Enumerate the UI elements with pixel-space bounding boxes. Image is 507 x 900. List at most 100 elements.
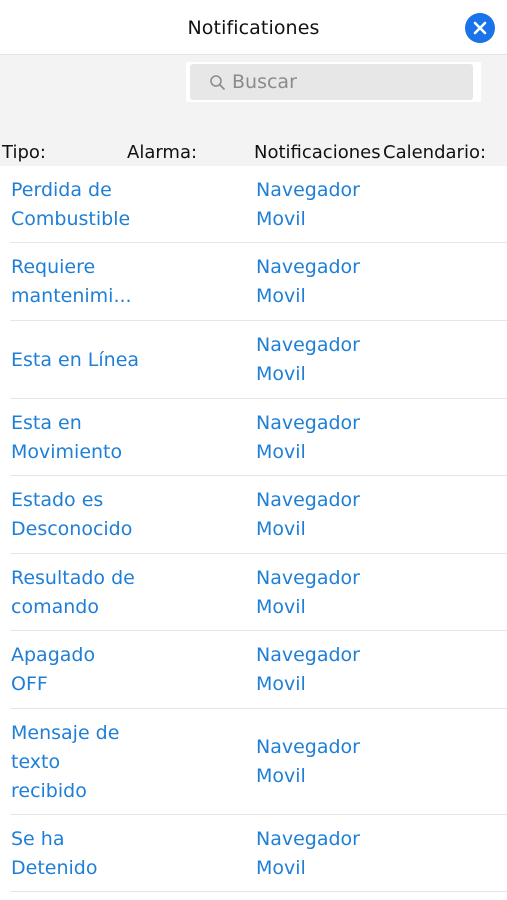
notification-type-label: Resultado de comando (11, 564, 135, 622)
notification-type-line: Desconocido (11, 518, 133, 540)
list-item-content: Esta en Movimiento Navegador Movil (0, 399, 507, 476)
notification-channel-label: Navegador Movil (256, 564, 360, 622)
notification-type-line: Requiere (11, 256, 96, 278)
notification-channel-line: Movil (256, 595, 306, 618)
column-header-calendario: Calendario: (383, 142, 487, 163)
notification-type-line: Esta en (11, 411, 82, 434)
notification-type-line: Apagado (11, 644, 96, 666)
search-icon (210, 75, 225, 90)
notification-type-line: comando (11, 595, 99, 618)
notification-type-link[interactable]: Estado es Desconocido (11, 476, 161, 554)
notification-channel-line: Navegador (256, 489, 360, 511)
list-item-content: Perdida de Combustible Navegador Movil (0, 166, 507, 243)
notification-channel-link[interactable]: Navegador Movil (256, 815, 386, 892)
notification-type-link[interactable]: Perdida de Combustible (11, 166, 161, 243)
column-header-alarma: Alarma: (127, 142, 198, 163)
list-item[interactable]: Perdida de Combustible Navegador Movil (10, 166, 507, 243)
notification-type-link[interactable]: Se ha Detenido (11, 815, 161, 892)
notification-type-label: Estado es Desconocido (11, 486, 132, 544)
notification-type-line: Resultado de (11, 566, 135, 589)
notification-channel-line: Movil (256, 856, 306, 879)
notification-channel-label: Navegador Movil (256, 641, 360, 699)
notification-type-link[interactable]: Requiere mantenimi... (11, 243, 161, 321)
notification-type-line: mantenimi... (11, 285, 132, 307)
list-item[interactable]: Resultado de comando Navegador Movil (10, 554, 507, 631)
notification-channel-link[interactable]: Navegador Movil (256, 166, 386, 243)
notification-type-line: Estado es (11, 489, 104, 511)
notification-channel-line: Navegador (256, 736, 360, 758)
search-field-box[interactable] (190, 64, 473, 100)
notification-channel-link[interactable]: Navegador Movil (256, 399, 386, 476)
notification-type-link[interactable]: Esta en Línea (11, 321, 161, 399)
notification-type-line: recibido (11, 779, 87, 802)
notification-type-label: Apagado OFF (11, 641, 95, 699)
notification-channel-link[interactable]: Navegador Movil (256, 476, 386, 554)
notification-channel-line: Navegador (256, 256, 360, 278)
list-item-content: Mensaje de texto recibido Navegador Movil (0, 709, 507, 815)
list-item[interactable]: Esta en Movimiento Navegador Movil (10, 399, 507, 476)
list-item-content: Resultado de comando Navegador Movil (0, 554, 507, 631)
notification-channel-line: Movil (256, 673, 306, 695)
notification-channel-link[interactable]: Navegador Movil (256, 554, 386, 631)
notification-channel-line: Navegador (256, 411, 360, 434)
notification-channel-line: Navegador (256, 644, 360, 666)
notification-channel-label: Navegador Movil (256, 409, 360, 467)
list-item-content: Esta en Línea Navegador Movil (0, 321, 507, 399)
list-item[interactable]: Se ha Detenido Navegador Movil (10, 815, 507, 892)
notification-type-line: texto (11, 750, 61, 773)
notification-channel-link[interactable]: Navegador Movil (256, 243, 386, 321)
search-input[interactable] (232, 67, 462, 97)
notification-type-label: Esta en Línea (11, 346, 139, 375)
notification-channel-line: Navegador (256, 566, 360, 589)
notification-type-line: Se ha (11, 827, 65, 850)
list-item[interactable]: Esta en Línea Navegador Movil (10, 321, 507, 399)
notification-type-label: Esta en Movimiento (11, 409, 122, 467)
notification-type-label: Perdida de Combustible (11, 176, 130, 234)
notification-type-line: OFF (11, 673, 48, 695)
close-button[interactable] (465, 13, 495, 43)
notification-type-label: Requiere mantenimi... (11, 253, 132, 311)
navigation-bar: Notificationes (0, 0, 507, 55)
list-item[interactable]: Apagado OFF Navegador Movil (10, 631, 507, 709)
list-item[interactable]: Mensaje de texto recibido Navegador Movil (10, 709, 507, 815)
notification-channel-link[interactable]: Navegador Movil (256, 321, 386, 399)
list-item-content: Estado es Desconocido Navegador Movil (0, 476, 507, 554)
notification-channel-link[interactable]: Navegador Movil (256, 631, 386, 709)
notification-type-line: Detenido (11, 856, 98, 879)
notification-channel-line: Movil (256, 207, 306, 230)
notification-type-list: Perdida de Combustible Navegador Movil Requi… (0, 166, 507, 892)
list-item-content: Apagado OFF Navegador Movil (0, 631, 507, 709)
column-header-notificaciones: Notificaciones (254, 142, 381, 163)
notification-channel-link[interactable]: Navegador Movil (256, 709, 386, 815)
notification-channel-label: Navegador Movil (256, 486, 360, 544)
notification-channel-line: Movil (256, 363, 306, 385)
notification-channel-label: Navegador Movil (256, 331, 360, 389)
notification-type-link[interactable]: Apagado OFF (11, 631, 161, 709)
list-item-content: Requiere mantenimi... Navegador Movil (0, 243, 507, 321)
list-item[interactable]: Estado es Desconocido Navegador Movil (10, 476, 507, 554)
notification-type-link[interactable]: Esta en Movimiento (11, 399, 161, 476)
notification-channel-line: Movil (256, 440, 306, 463)
notifications-screen: Notificationes Tipo: Alarma: Notificacio… (0, 0, 507, 900)
notification-channel-line: Navegador (256, 827, 360, 850)
notification-type-label: Mensaje de texto recibido (11, 719, 119, 806)
notification-channel-line: Movil (256, 765, 306, 787)
notification-type-label: Se ha Detenido (11, 825, 97, 883)
notification-type-line: Esta en Línea (11, 348, 140, 371)
page-title: Notificationes (187, 17, 320, 39)
notification-channel-line: Movil (256, 518, 306, 540)
notification-type-line: Movimiento (11, 440, 123, 463)
list-item-content: Se ha Detenido Navegador Movil (0, 815, 507, 892)
notification-channel-label: Navegador Movil (256, 253, 360, 311)
column-header-tipo: Tipo: (2, 142, 46, 163)
notification-channel-label: Navegador Movil (256, 825, 360, 883)
notification-type-line: Combustible (11, 207, 131, 230)
notification-channel-line: Navegador (256, 334, 360, 356)
close-circle-icon (465, 13, 495, 43)
notification-type-link[interactable]: Resultado de comando (11, 554, 161, 631)
notification-channel-line: Movil (256, 285, 306, 307)
list-item[interactable]: Requiere mantenimi... Navegador Movil (10, 243, 507, 321)
notification-channel-line: Navegador (256, 178, 360, 201)
notification-type-link[interactable]: Mensaje de texto recibido (11, 709, 161, 815)
notification-type-line: Mensaje de (11, 721, 120, 744)
